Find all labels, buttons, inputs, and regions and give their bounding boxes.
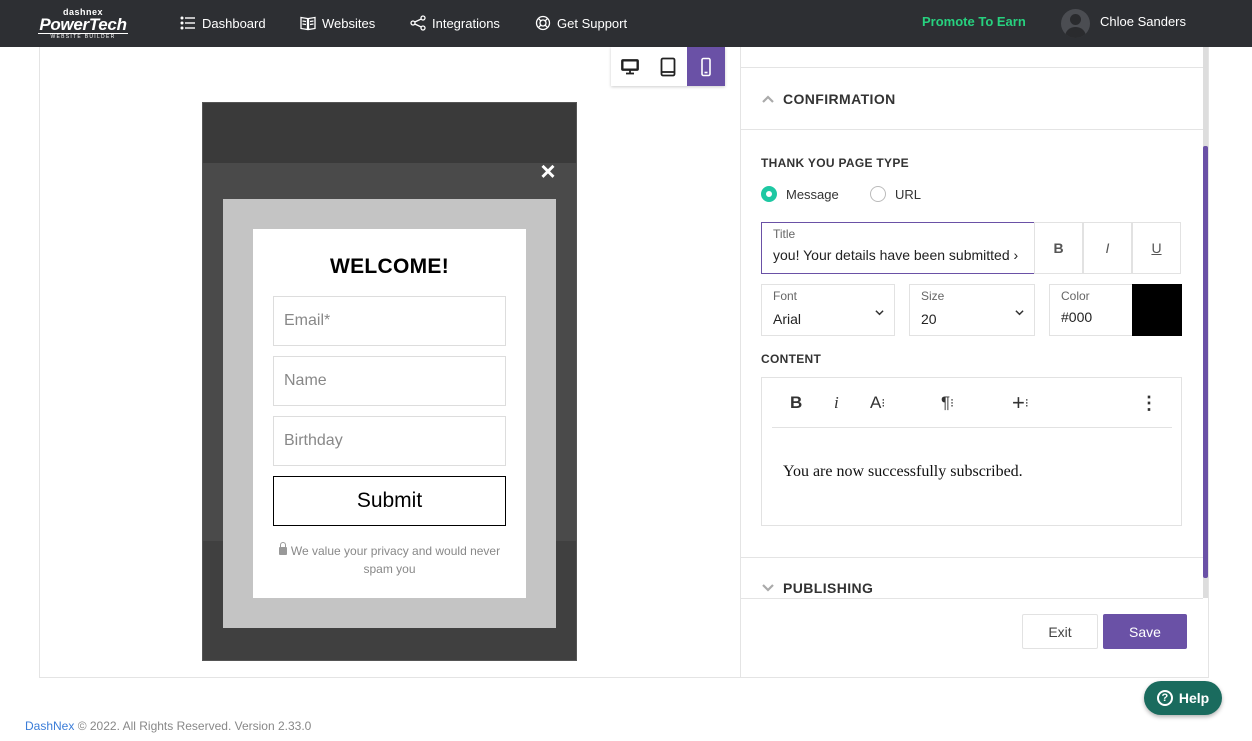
insert-icon[interactable]: + ⁝ xyxy=(1012,390,1029,415)
birthday-field[interactable]: Birthday xyxy=(273,416,506,466)
publishing-section-header[interactable]: PUBLISHING xyxy=(761,578,873,598)
name-field[interactable]: Name xyxy=(273,356,506,406)
publishing-title: PUBLISHING xyxy=(783,580,874,596)
radio-url[interactable]: URL xyxy=(870,186,921,202)
font-label: Font xyxy=(773,289,798,303)
nav-websites-label: Websites xyxy=(322,15,376,31)
confirmation-title: CONFIRMATION xyxy=(783,91,896,107)
panel-divider xyxy=(740,47,741,678)
nav-websites[interactable]: Websites xyxy=(300,14,375,32)
color-value: #000 xyxy=(1061,309,1093,325)
title-label: Title xyxy=(773,227,796,241)
paragraph-icon[interactable]: ¶ ⁝ xyxy=(941,392,954,414)
footer: DashNex © 2022. All Rights Reserved. Ver… xyxy=(25,719,311,733)
popup-container: WELCOME! Email* Name Birthday Submit We … xyxy=(223,199,556,628)
help-label: Help xyxy=(1178,690,1210,706)
book-icon xyxy=(300,16,316,31)
content-editor[interactable]: B i A ⁝ ¶ ⁝ + ⁝ ⋮ You are now successfully … xyxy=(761,377,1182,526)
avatar[interactable] xyxy=(1061,9,1090,38)
nav-dashboard-label: Dashboard xyxy=(202,15,266,31)
exit-button[interactable]: Exit xyxy=(1022,614,1098,649)
email-field[interactable]: Email* xyxy=(273,296,506,346)
mobile-icon xyxy=(701,57,711,76)
mobile-view-button[interactable] xyxy=(687,47,725,86)
title-bold-button[interactable]: B xyxy=(1034,222,1083,274)
editor-italic-button[interactable]: i xyxy=(834,392,839,414)
font-select[interactable]: Font Arial xyxy=(761,284,895,336)
tablet-icon xyxy=(660,57,676,76)
chevron-down-icon xyxy=(762,584,774,592)
radio-url-dot[interactable] xyxy=(870,186,886,202)
section-divider-2 xyxy=(741,557,1203,558)
logo-sub-text: WEBSITE BUILDER xyxy=(38,33,128,41)
font-size-icon[interactable]: A ⁝ xyxy=(870,392,885,414)
section-divider xyxy=(741,129,1203,130)
title-value: ‹ you! Your details have been submitted xyxy=(773,247,1019,263)
nav-integrations-label: Integrations xyxy=(432,15,500,31)
section-divider-3 xyxy=(741,598,1203,599)
nav-get-support[interactable]: Get Support xyxy=(535,14,627,32)
desktop-icon xyxy=(621,58,639,74)
color-input[interactable]: Color #000 xyxy=(1049,284,1133,336)
tablet-view-button[interactable] xyxy=(649,47,687,86)
list-icon xyxy=(180,16,195,30)
popup-heading: WELCOME! xyxy=(329,255,450,278)
title-italic-button[interactable]: I xyxy=(1083,222,1132,274)
share-icon xyxy=(410,15,426,31)
popup-close-icon[interactable]: × xyxy=(538,158,558,184)
device-switcher xyxy=(611,47,725,86)
editor-toolbar: B i A ⁝ ¶ ⁝ + ⁝ ⋮ xyxy=(772,378,1172,428)
radio-url-label: URL xyxy=(895,186,922,202)
radio-message[interactable]: Message xyxy=(761,186,839,202)
font-value: Arial xyxy=(773,311,802,327)
color-label: Color xyxy=(1061,289,1090,303)
radio-message-dot[interactable] xyxy=(761,186,777,202)
top-navbar: dashnex PowerTech WEBSITE BUILDER Dashbo… xyxy=(0,0,1252,47)
content-text[interactable]: You are now successfully subscribed. xyxy=(783,463,1023,481)
confirmation-section-header[interactable]: CONFIRMATION xyxy=(761,89,896,109)
preview-top-band xyxy=(203,103,576,163)
logo[interactable]: dashnex PowerTech WEBSITE BUILDER xyxy=(38,8,128,41)
chevron-up-icon xyxy=(762,95,774,103)
panel-scroll-thumb[interactable] xyxy=(1203,146,1208,578)
logo-main-text: PowerTech xyxy=(39,15,127,34)
size-value: 20 xyxy=(921,311,937,327)
chevron-down-icon xyxy=(875,310,884,316)
question-icon: ? xyxy=(1156,690,1173,706)
help-button[interactable]: ? Help xyxy=(1144,681,1222,715)
dashnex-link[interactable]: DashNex xyxy=(25,719,74,733)
color-swatch[interactable] xyxy=(1132,284,1182,336)
privacy-text: We value your privacy and would never sp… xyxy=(290,544,501,576)
mobile-preview: × WELCOME! Email* Name Birthday Submit W… xyxy=(202,102,577,661)
panel-top-divider xyxy=(741,67,1203,68)
avatar-head xyxy=(1070,14,1081,25)
editor-bold-button[interactable]: B xyxy=(790,392,802,414)
lifebuoy-icon xyxy=(535,15,551,31)
size-label: Size xyxy=(921,289,945,303)
save-button[interactable]: Save xyxy=(1103,614,1187,649)
submit-button[interactable]: Submit xyxy=(273,476,506,526)
title-input[interactable]: Title ‹ you! Your details have been subm… xyxy=(761,222,1035,274)
more-options-icon[interactable]: ⋮ xyxy=(1140,392,1158,414)
chevron-down-icon xyxy=(1015,310,1024,316)
content-label: CONTENT xyxy=(761,352,822,366)
privacy-note: We value your privacy and would never sp… xyxy=(273,542,506,578)
nav-get-support-label: Get Support xyxy=(557,15,628,31)
nav-integrations[interactable]: Integrations xyxy=(410,14,500,32)
desktop-view-button[interactable] xyxy=(611,47,649,86)
avatar-body xyxy=(1065,27,1086,38)
promote-to-earn-link[interactable]: Promote To Earn xyxy=(922,14,1026,29)
lock-icon xyxy=(278,542,287,555)
radio-message-label: Message xyxy=(786,186,839,202)
footer-text: © 2022. All Rights Reserved. Version 2.3… xyxy=(74,719,312,733)
user-name[interactable]: Chloe Sanders xyxy=(1100,14,1186,29)
thank-you-page-type-label: THANK YOU PAGE TYPE xyxy=(761,156,909,170)
nav-dashboard[interactable]: Dashboard xyxy=(180,14,266,32)
popup-form: WELCOME! Email* Name Birthday Submit We … xyxy=(253,229,526,598)
size-select[interactable]: Size 20 xyxy=(909,284,1035,336)
title-underline-button[interactable]: U xyxy=(1132,222,1181,274)
